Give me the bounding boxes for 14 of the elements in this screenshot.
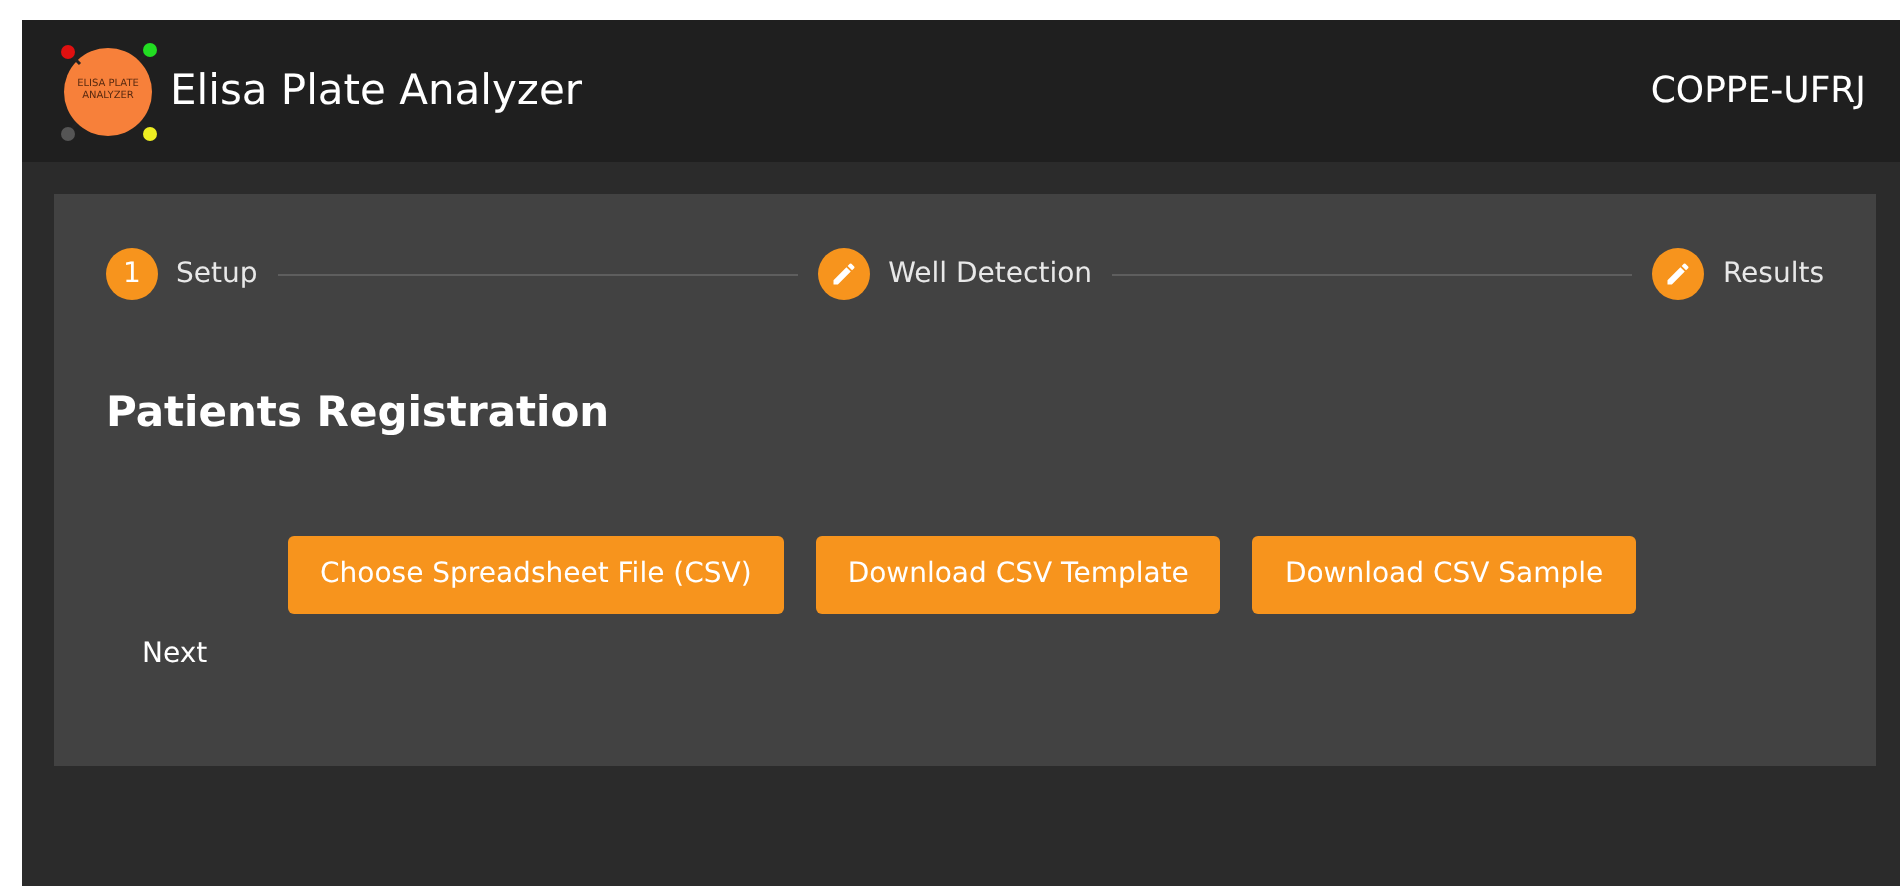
logo-drawing	[56, 39, 160, 143]
step-label: Results	[1722, 255, 1825, 293]
step-label: Well Detection	[888, 255, 1093, 293]
app-title: Elisa Plate Analyzer	[170, 63, 583, 118]
section-heading: Patients Registration	[106, 386, 612, 440]
pencil-icon	[818, 248, 871, 300]
action-button[interactable]: Choose Spreadsheet File (CSV)	[288, 535, 784, 613]
step-label: Setup	[176, 255, 258, 293]
action-button[interactable]: Download CSV Template	[815, 535, 1221, 613]
pencil-icon	[1652, 248, 1705, 300]
org-name: COPPE-UFRJ	[1650, 68, 1866, 116]
next-button[interactable]: Next	[142, 633, 208, 675]
action-button[interactable]: Download CSV Sample	[1252, 535, 1636, 613]
step-number: 1	[106, 248, 158, 300]
